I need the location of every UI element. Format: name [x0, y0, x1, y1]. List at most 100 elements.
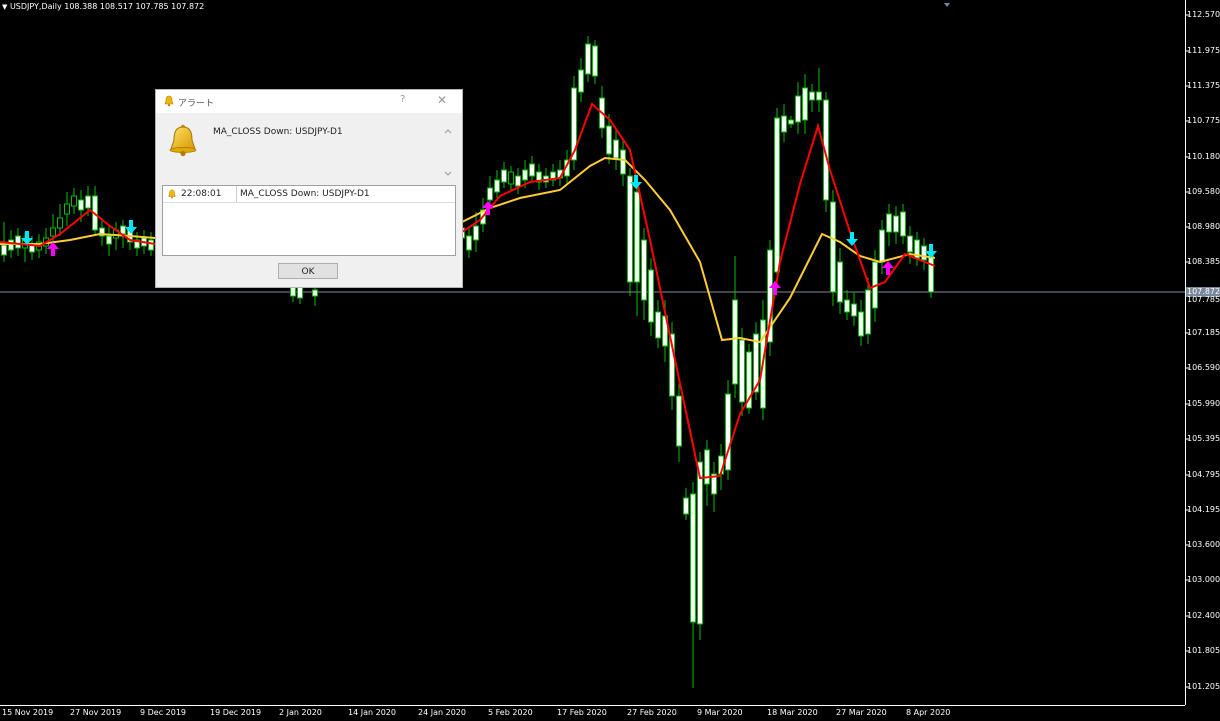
candle-body: [683, 497, 689, 515]
candle-body: [795, 95, 801, 123]
bell-icon: [168, 189, 176, 199]
candle-body: [522, 169, 528, 181]
close-button[interactable]: ✕: [437, 93, 447, 107]
bell-icon: [169, 124, 197, 157]
alert-dialog[interactable]: アラート ? ✕ MA_CLOSS Down: USDJPY-D1 22:08:…: [155, 89, 463, 288]
arrow-down-icon: [125, 220, 137, 234]
current-low-label: 107.785: [1187, 295, 1220, 304]
price-tick: 105.395: [1187, 434, 1220, 443]
date-tick: 2 Jan 2020: [279, 708, 322, 717]
candle-body: [739, 339, 745, 403]
candle-body: [473, 225, 479, 241]
price-tick: 110.180: [1187, 152, 1220, 161]
candle-body: [865, 289, 871, 335]
date-tick: 18 Mar 2020: [767, 708, 818, 717]
candle-body: [858, 311, 864, 337]
price-tick: 102.400: [1187, 611, 1220, 620]
candle-body: [494, 179, 500, 193]
candle-body: [900, 211, 906, 237]
candle-body: [886, 213, 892, 233]
price-axis[interactable]: [1185, 0, 1220, 705]
date-tick: 27 Feb 2020: [627, 708, 677, 717]
candle-body: [893, 215, 899, 233]
date-tick: 9 Mar 2020: [697, 708, 743, 717]
candle-body: [802, 87, 808, 121]
date-tick: 17 Feb 2020: [557, 708, 607, 717]
bell-icon: [164, 95, 174, 107]
symbol-info-text: USDJPY,Daily 108.388 108.517 107.785 107…: [9, 2, 205, 11]
price-tick: 111.975: [1187, 46, 1220, 55]
candle-body: [816, 91, 822, 101]
price-tick: 104.795: [1187, 470, 1220, 479]
candle-body: [676, 395, 682, 447]
candle-body: [606, 125, 612, 155]
ok-button[interactable]: OK: [278, 263, 338, 279]
candle-body: [879, 229, 885, 263]
candle-body: [648, 269, 654, 323]
candle-body: [78, 199, 84, 211]
candle-body: [844, 299, 850, 313]
candle-body: [697, 461, 703, 625]
list-item-time: 22:08:01: [181, 189, 222, 199]
price-tick: 112.570: [1187, 10, 1220, 19]
candle-body: [921, 245, 927, 261]
help-button[interactable]: ?: [400, 94, 405, 105]
list-item-message: MA_CLOSS Down: USDJPY-D1: [240, 189, 370, 199]
candle-body: [620, 149, 626, 175]
price-tick: 110.775: [1187, 116, 1220, 125]
price-tick: 108.385: [1187, 257, 1220, 266]
candle-body: [774, 117, 780, 273]
candle-body: [809, 91, 815, 101]
alert-list[interactable]: 22:08:01 MA_CLOSS Down: USDJPY-D1: [162, 185, 456, 256]
date-tick: 5 Feb 2020: [488, 708, 533, 717]
candle-body: [515, 175, 521, 187]
date-tick: 14 Jan 2020: [348, 708, 396, 717]
candle-body: [788, 119, 794, 125]
candle-body: [851, 303, 857, 317]
candle-body: [487, 187, 493, 201]
price-tick: 109.580: [1187, 187, 1220, 196]
candle-body: [634, 191, 640, 283]
dialog-title: アラート: [178, 99, 215, 109]
candle-body: [50, 227, 56, 237]
arrow-down-icon: [846, 232, 858, 246]
candle-body: [15, 235, 21, 249]
candle-body: [57, 217, 63, 229]
list-item[interactable]: 22:08:01 MA_CLOSS Down: USDJPY-D1: [163, 186, 455, 203]
price-tick: 101.805: [1187, 646, 1220, 655]
dialog-titlebar[interactable]: アラート ? ✕: [156, 90, 462, 113]
price-tick: 104.195: [1187, 505, 1220, 514]
candle-body: [830, 201, 836, 293]
candle-body: [627, 175, 633, 283]
candle-body: [578, 69, 584, 93]
date-tick: 15 Nov 2019: [2, 708, 54, 717]
message-scrollbar[interactable]: [442, 125, 454, 180]
date-tick: 27 Nov 2019: [70, 708, 122, 717]
price-tick: 107.185: [1187, 328, 1220, 337]
candle-body: [312, 289, 318, 297]
candle-body: [655, 311, 661, 339]
price-tick: 108.980: [1187, 222, 1220, 231]
alert-message: MA_CLOSS Down: USDJPY-D1: [213, 127, 343, 137]
date-tick: 19 Dec 2019: [210, 708, 262, 717]
candle-body: [529, 163, 535, 177]
price-tick: 106.590: [1187, 363, 1220, 372]
candle-body: [781, 115, 787, 133]
candle-body: [1, 244, 7, 256]
candle-body: [85, 195, 91, 209]
candle-body: [71, 195, 77, 207]
candle-body: [508, 171, 514, 185]
symbol-info: ▼ USDJPY,Daily 108.388 108.517 107.785 1…: [2, 2, 205, 11]
price-tick: 105.990: [1187, 399, 1220, 408]
candle-body: [732, 299, 738, 385]
date-tick: 27 Mar 2020: [836, 708, 887, 717]
candle-body: [907, 235, 913, 253]
date-tick: 24 Jan 2020: [418, 708, 466, 717]
candle-body: [592, 45, 598, 77]
ma-fast-line: [0, 102, 936, 480]
candle-body: [928, 255, 934, 293]
price-tick: 101.205: [1187, 682, 1220, 691]
candle-body: [704, 449, 710, 485]
candle-body: [106, 235, 112, 245]
candle-body: [641, 239, 647, 301]
